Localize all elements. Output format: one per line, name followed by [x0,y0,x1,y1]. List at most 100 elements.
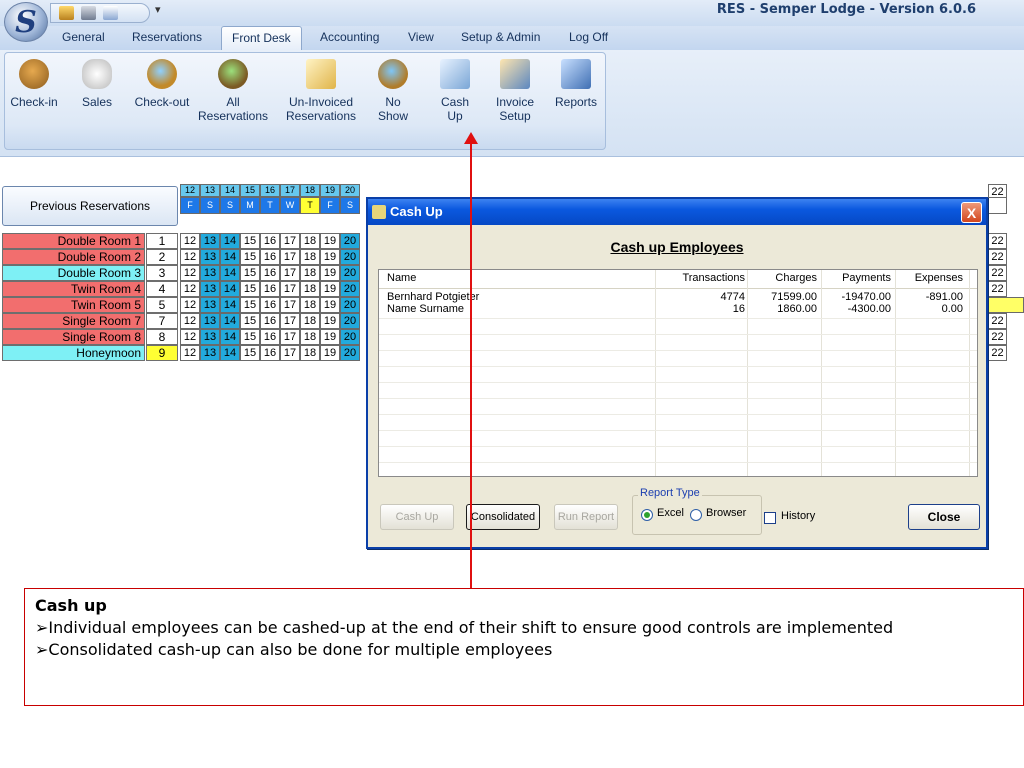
calendar-cell[interactable]: 18 [300,345,320,361]
calendar-cell[interactable]: 16 [260,329,280,345]
calendar-cell[interactable]: 18 [300,233,320,249]
calendar-booking-cell[interactable] [988,297,1024,313]
app-logo-button[interactable]: S [4,2,48,42]
calendar-cell[interactable]: 15 [240,265,260,281]
excel-radio[interactable] [641,509,653,521]
calendar-cell[interactable]: 20 [340,233,360,249]
room-name[interactable]: Twin Room 5 [2,297,145,313]
calendar-cell[interactable]: 14 [220,297,240,313]
employee-list[interactable]: Name Transactions Charges Payments Expen… [378,269,978,477]
check-in-button[interactable]: Check-in [7,59,61,109]
check-out-button[interactable]: Check-out [131,59,193,109]
consolidated-button[interactable]: Consolidated [466,504,540,530]
calendar-cell[interactable]: 14 [220,281,240,297]
calendar-cell[interactable]: 20 [340,329,360,345]
calendar-cell[interactable]: 17 [280,249,300,265]
calendar-cell[interactable]: 17 [280,233,300,249]
calendar-cell[interactable]: 12 [180,249,200,265]
reports-button[interactable]: Reports [551,59,601,109]
run-report-button[interactable]: Run Report [554,504,618,530]
calendar-cell[interactable]: 18 [300,313,320,329]
close-icon[interactable]: X [961,202,982,223]
calendar-cell[interactable]: 20 [340,313,360,329]
calendar-cell[interactable]: 15 [240,297,260,313]
calendar-cell[interactable]: 16 [260,249,280,265]
calendar-cell[interactable]: 19 [320,249,340,265]
calendar-cell[interactable]: 14 [220,265,240,281]
browser-radio[interactable] [690,509,702,521]
column-expenses[interactable]: Expenses [915,272,963,284]
calendar-cell[interactable]: 17 [280,265,300,281]
calendar-cell[interactable]: 22 [988,265,1007,281]
uninvoiced-reservations-button[interactable]: Un-Invoiced Reservations [279,59,363,123]
room-name[interactable]: Single Room 8 [2,329,145,345]
no-show-button[interactable]: No Show [371,59,415,123]
calendar-cell[interactable]: 17 [280,313,300,329]
sales-button[interactable]: Sales [75,59,119,109]
column-payments[interactable]: Payments [842,272,891,284]
calendar-cell[interactable]: 15 [240,313,260,329]
calendar-cell[interactable]: 15 [240,329,260,345]
calendar-cell[interactable]: 13 [200,281,220,297]
calendar-cell[interactable]: 22 [988,281,1007,297]
calendar-cell[interactable]: 22 [988,329,1007,345]
close-button[interactable]: Close [908,504,980,530]
calendar-cell[interactable]: 19 [320,265,340,281]
calendar-cell[interactable]: 13 [200,249,220,265]
calendar-cell[interactable]: 20 [340,297,360,313]
calendar-cell[interactable]: 20 [340,249,360,265]
calendar-cell[interactable]: 13 [200,265,220,281]
calendar-cell[interactable]: 13 [200,345,220,361]
tab-accounting[interactable]: Accounting [320,30,379,44]
qat-dropdown-icon[interactable]: ▾ [155,3,161,16]
calendar-cell[interactable]: 22 [988,249,1007,265]
calendar-cell[interactable]: 20 [340,345,360,361]
house-icon[interactable] [59,6,74,20]
calendar-cell[interactable]: 19 [320,281,340,297]
calendar-cell[interactable]: 13 [200,329,220,345]
browser-label[interactable]: Browser [706,507,746,519]
calendar-cell[interactable]: 17 [280,297,300,313]
calendar-cell[interactable]: 14 [220,233,240,249]
calendar-cell[interactable]: 13 [200,313,220,329]
column-transactions[interactable]: Transactions [682,272,745,284]
calendar-cell[interactable]: 18 [300,249,320,265]
calendar-cell[interactable]: 20 [340,265,360,281]
calendar-cell[interactable]: 16 [260,313,280,329]
calendar-cell[interactable]: 12 [180,233,200,249]
table-row[interactable]: Name Surname 16 1860.00 -4300.00 0.00 [379,303,977,317]
calendar-cell[interactable]: 17 [280,281,300,297]
calendar-cell[interactable]: 12 [180,281,200,297]
calendar-cell[interactable]: 12 [180,297,200,313]
tools-icon[interactable] [81,6,96,20]
room-name[interactable]: Double Room 2 [2,249,145,265]
calendar-cell[interactable]: 19 [320,297,340,313]
room-name[interactable]: Double Room 3 [2,265,145,281]
calendar-cell[interactable]: 19 [320,233,340,249]
calendar-cell[interactable]: 15 [240,233,260,249]
column-charges[interactable]: Charges [775,272,817,284]
history-checkbox[interactable] [764,512,776,524]
tab-general[interactable]: General [62,30,105,44]
tab-view[interactable]: View [408,30,434,44]
calendar-cell[interactable]: 18 [300,281,320,297]
calendar-cell[interactable]: 16 [260,265,280,281]
calendar-cell[interactable]: 22 [988,345,1007,361]
room-name[interactable]: Single Room 7 [2,313,145,329]
column-name[interactable]: Name [387,272,416,284]
calendar-cell[interactable]: 12 [180,345,200,361]
calendar-cell[interactable]: 16 [260,345,280,361]
tab-setup-admin[interactable]: Setup & Admin [461,30,540,44]
tab-reservations[interactable]: Reservations [132,30,202,44]
cash-up-button[interactable]: Cash Up [380,504,454,530]
calendar-cell[interactable]: 14 [220,249,240,265]
calendar-cell[interactable]: 14 [220,313,240,329]
calendar-cell[interactable]: 12 [180,265,200,281]
history-label[interactable]: History [781,510,815,522]
all-reservations-button[interactable]: All Reservations [193,59,273,123]
calendar-cell[interactable]: 12 [180,313,200,329]
previous-reservations-button[interactable]: Previous Reservations [2,186,178,226]
calendar-cell[interactable]: 22 [988,233,1007,249]
tab-log-off[interactable]: Log Off [569,30,608,44]
room-name[interactable]: Honeymoon [2,345,145,361]
